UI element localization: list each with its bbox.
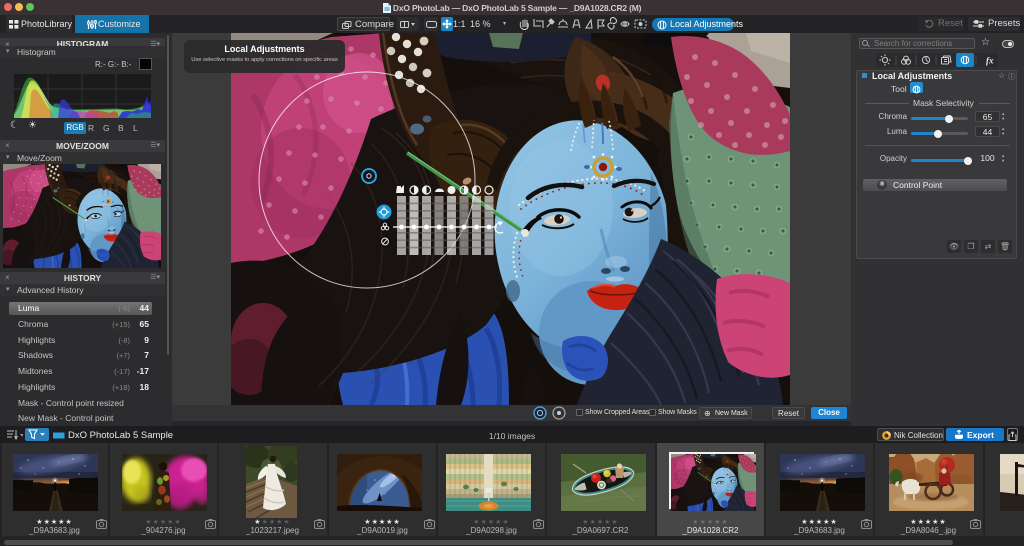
svg-text:fx: fx bbox=[986, 56, 994, 66]
